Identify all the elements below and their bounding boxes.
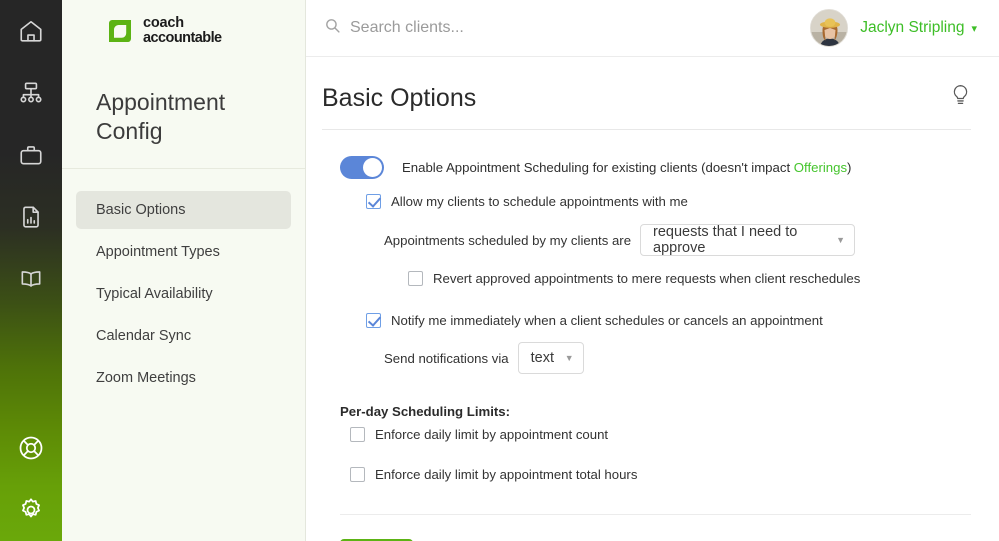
main-column: Jaclyn Stripling ▾ Basic Options Enable … bbox=[306, 0, 999, 541]
rail-item-reports[interactable] bbox=[0, 186, 62, 248]
chevron-down-icon: ▼ bbox=[836, 234, 846, 245]
search-icon bbox=[324, 17, 350, 39]
rail-item-settings[interactable] bbox=[0, 479, 62, 541]
enable-scheduling-row: Enable Appointment Scheduling for existi… bbox=[340, 156, 971, 179]
notify-me-label: Notify me immediately when a client sche… bbox=[391, 313, 823, 328]
enable-scheduling-text-before: Enable Appointment Scheduling for existi… bbox=[402, 160, 794, 175]
brand-logo[interactable]: coach accountable bbox=[62, 0, 305, 62]
allow-clients-label: Allow my clients to schedule appointment… bbox=[391, 194, 688, 209]
basic-options-form: Enable Appointment Scheduling for existi… bbox=[322, 130, 971, 541]
sidebar-item-calendar-sync[interactable]: Calendar Sync bbox=[76, 317, 291, 355]
limit-count-row: Enforce daily limit by appointment count bbox=[350, 427, 971, 442]
allow-clients-checkbox[interactable] bbox=[366, 194, 381, 209]
top-bar: Jaclyn Stripling ▾ bbox=[306, 0, 999, 57]
primary-icon-rail bbox=[0, 0, 62, 541]
page-header: Basic Options bbox=[322, 57, 971, 130]
rail-item-support[interactable] bbox=[0, 417, 62, 479]
section-nav-list: Basic Options Appointment Types Typical … bbox=[62, 169, 305, 401]
enable-scheduling-toggle[interactable] bbox=[340, 156, 384, 179]
section-title: Appointment Config bbox=[62, 62, 305, 169]
page-title: Basic Options bbox=[322, 83, 477, 112]
coachaccountable-leaf-icon bbox=[106, 17, 134, 45]
page-body: Basic Options Enable Appointment Schedul… bbox=[306, 57, 999, 541]
avatar bbox=[810, 9, 849, 47]
app-root: coach accountable Appointment Config Bas… bbox=[0, 0, 999, 541]
sidebar-item-appointment-types[interactable]: Appointment Types bbox=[76, 233, 291, 271]
limit-hours-row: Enforce daily limit by appointment total… bbox=[350, 467, 971, 482]
notify-me-row: Notify me immediately when a client sche… bbox=[366, 313, 971, 328]
sidebar-item-zoom-meetings[interactable]: Zoom Meetings bbox=[76, 359, 291, 397]
revert-approved-label: Revert approved appointments to mere req… bbox=[433, 271, 861, 286]
scheduled-by-select[interactable]: requests that I need to approve ▼ bbox=[640, 224, 856, 256]
enable-scheduling-text-after: ) bbox=[847, 160, 852, 175]
user-name: Jaclyn Stripling bbox=[860, 19, 965, 36]
rail-item-home[interactable] bbox=[0, 0, 62, 62]
org-chart-icon bbox=[18, 80, 44, 106]
notify-me-checkbox[interactable] bbox=[366, 313, 381, 328]
limit-hours-checkbox[interactable] bbox=[350, 467, 365, 482]
limit-count-checkbox[interactable] bbox=[350, 427, 365, 442]
brand-wordmark: coach accountable bbox=[143, 14, 222, 46]
book-icon bbox=[18, 266, 44, 292]
scheduled-by-value: requests that I need to approve bbox=[653, 224, 798, 256]
search-input[interactable] bbox=[350, 19, 670, 37]
rail-item-teams[interactable] bbox=[0, 62, 62, 124]
send-via-value: text bbox=[530, 350, 554, 366]
enable-scheduling-label: Enable Appointment Scheduling for existi… bbox=[402, 160, 851, 175]
limit-count-label: Enforce daily limit by appointment count bbox=[375, 427, 609, 442]
chevron-down-icon: ▼ bbox=[564, 352, 574, 363]
brand-line-1: coach bbox=[143, 14, 184, 31]
home-icon bbox=[18, 18, 44, 44]
user-menu[interactable]: Jaclyn Stripling ▾ bbox=[810, 9, 977, 47]
report-icon bbox=[18, 204, 44, 230]
allow-clients-row: Allow my clients to schedule appointment… bbox=[366, 194, 971, 209]
scheduled-by-row: Appointments scheduled by my clients are… bbox=[384, 224, 971, 256]
send-via-select[interactable]: text ▼ bbox=[517, 342, 584, 374]
rail-item-library[interactable] bbox=[0, 248, 62, 310]
sidebar-item-basic-options[interactable]: Basic Options bbox=[76, 190, 291, 229]
revert-approved-checkbox[interactable] bbox=[408, 271, 423, 286]
send-via-label: Send notifications via bbox=[384, 350, 509, 366]
search-box[interactable] bbox=[324, 17, 810, 39]
revert-approved-row: Revert approved appointments to mere req… bbox=[408, 271, 971, 286]
sidebar-item-typical-availability[interactable]: Typical Availability bbox=[76, 275, 291, 313]
lightbulb-icon[interactable] bbox=[950, 83, 971, 113]
offerings-link[interactable]: Offerings bbox=[794, 160, 847, 175]
scheduled-by-label: Appointments scheduled by my clients are bbox=[384, 232, 632, 248]
gear-icon bbox=[17, 496, 45, 524]
save-bar: Save bbox=[340, 514, 971, 541]
lifebuoy-icon bbox=[17, 434, 45, 462]
send-via-row: Send notifications via text ▼ bbox=[384, 342, 971, 374]
briefcase-icon bbox=[18, 142, 44, 168]
per-day-heading: Per-day Scheduling Limits: bbox=[340, 404, 511, 419]
chevron-down-icon: ▾ bbox=[971, 22, 977, 35]
section-sidebar: coach accountable Appointment Config Bas… bbox=[62, 0, 306, 541]
rail-item-clients[interactable] bbox=[0, 124, 62, 186]
brand-line-2: accountable bbox=[143, 30, 222, 46]
limit-hours-label: Enforce daily limit by appointment total… bbox=[375, 467, 638, 482]
